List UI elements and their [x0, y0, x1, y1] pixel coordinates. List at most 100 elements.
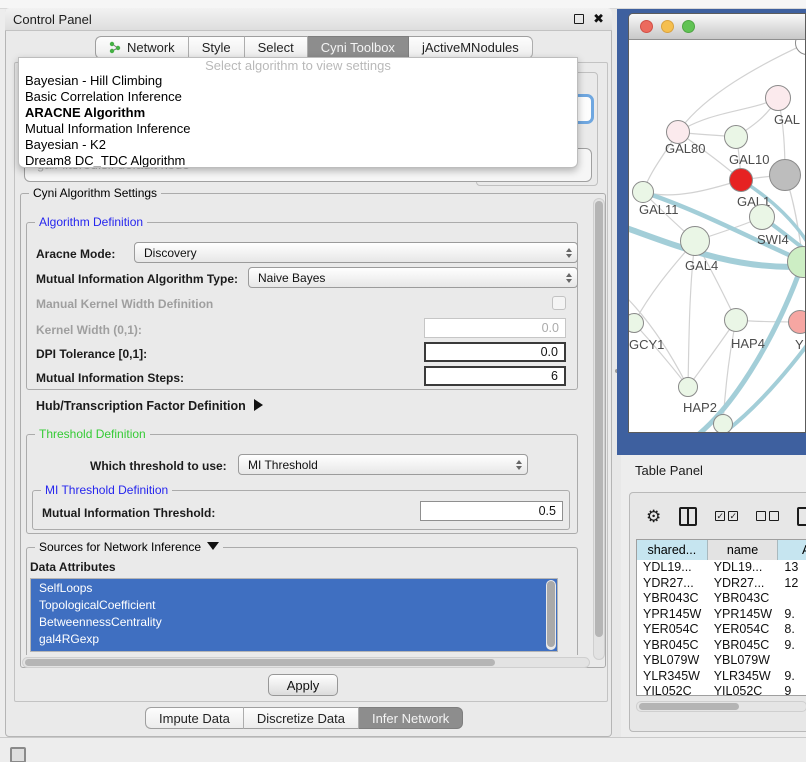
settings-horizontal-scrollbar[interactable]: [22, 657, 590, 668]
table-row[interactable]: YDL19...YDL19...13: [637, 560, 806, 576]
table-header-row: shared... name A: [637, 540, 806, 560]
mi-threshold-legend: MI Threshold Definition: [41, 483, 172, 497]
table-row[interactable]: YIL052CYIL052C9: [637, 684, 806, 696]
network-node-gal11[interactable]: [632, 181, 654, 203]
network-node-hap4[interactable]: [724, 308, 748, 332]
manual-kernel-checkbox[interactable]: [552, 296, 566, 310]
network-node-gal4[interactable]: [680, 226, 710, 256]
table-row[interactable]: YPR145WYPR145W9.: [637, 607, 806, 623]
close-traffic-light[interactable]: [640, 20, 653, 33]
table-cell: YDR27...: [708, 576, 779, 592]
mi-threshold-input[interactable]: 0.5: [420, 501, 563, 521]
algorithm-option[interactable]: Bayesian - K2: [19, 137, 577, 153]
aracne-mode-select[interactable]: Discovery: [134, 242, 578, 263]
algorithm-option[interactable]: Mutual Information Inference: [19, 121, 577, 137]
table-row[interactable]: YBL079WYBL079W: [637, 653, 806, 669]
algorithm-option[interactable]: Dream8 DC_TDC Algorithm: [19, 153, 577, 168]
network-canvas[interactable]: GALGAL80GAL10GAL1GAL11SWI4GAL4GCY1HAP4YH…: [629, 40, 805, 432]
data-attributes-list[interactable]: SelfLoopsTopologicalCoefficientBetweenne…: [30, 578, 558, 652]
dpi-tolerance-label: DPI Tolerance [0,1]:: [36, 347, 147, 361]
algorithm-definition-legend: Algorithm Definition: [35, 215, 147, 229]
table-row[interactable]: YER054CYER054C8.: [637, 622, 806, 638]
table-cell: YIL052C: [637, 684, 708, 696]
deselect-columns-icon[interactable]: [756, 511, 779, 521]
table-cell: YDL19...: [637, 560, 708, 576]
table-cell: 13: [778, 560, 806, 576]
tab-impute-data[interactable]: Impute Data: [145, 707, 244, 729]
tab-discretize-data[interactable]: Discretize Data: [244, 707, 359, 729]
network-node[interactable]: [769, 159, 801, 191]
table-panel-titlebar: Table Panel: [617, 455, 806, 485]
table-cell: YBR045C: [637, 638, 708, 654]
table-row[interactable]: YLR345WYLR345W9.: [637, 669, 806, 685]
which-threshold-select[interactable]: MI Threshold: [238, 454, 528, 475]
close-icon[interactable]: ✖: [593, 14, 604, 24]
table-row[interactable]: YBR045CYBR045C9.: [637, 638, 806, 654]
table-cell: YBR043C: [708, 591, 779, 607]
table-cell: YER054C: [637, 622, 708, 638]
network-node-gal1[interactable]: [729, 168, 753, 192]
algorithm-option[interactable]: Bayesian - Hill Climbing: [19, 73, 577, 89]
table-cell: YBL079W: [637, 653, 708, 669]
node-label: SWI4: [757, 232, 789, 247]
zoom-traffic-light[interactable]: [682, 20, 695, 33]
tab-jactivemnodules[interactable]: jActiveMNodules: [409, 36, 533, 59]
apply-button[interactable]: Apply: [268, 674, 338, 696]
attribute-list-item[interactable]: gal4RGexp: [31, 630, 557, 647]
sources-legend[interactable]: Sources for Network Inference: [35, 540, 223, 554]
tab-style[interactable]: Style: [189, 36, 245, 59]
node-label: GCY1: [629, 337, 664, 352]
network-node-swi4[interactable]: [749, 204, 775, 230]
select-all-columns-icon[interactable]: ✓✓: [715, 511, 738, 521]
dpi-tolerance-input[interactable]: 0.0: [424, 342, 566, 362]
attribute-list-item[interactable]: BetweennessCentrality: [31, 613, 557, 630]
attributes-list-scrollbar[interactable]: [546, 580, 556, 650]
column-layout-icon[interactable]: [679, 507, 697, 526]
column-header-name[interactable]: name: [708, 540, 779, 560]
float-window-icon[interactable]: [574, 14, 584, 24]
column-header-partial[interactable]: A: [778, 540, 806, 560]
tab-select[interactable]: Select: [245, 36, 308, 59]
network-node[interactable]: [713, 414, 733, 432]
table-cell: YDL19...: [708, 560, 779, 576]
table-row[interactable]: YBR043CYBR043C: [637, 591, 806, 607]
threshold-definition-legend: Threshold Definition: [35, 427, 150, 441]
settings-gear-icon[interactable]: ⚙: [646, 508, 661, 525]
network-node-y[interactable]: [788, 310, 805, 334]
settings-vertical-scrollbar[interactable]: [593, 198, 605, 660]
column-header-shared-name[interactable]: shared...: [637, 540, 708, 560]
export-table-icon[interactable]: [797, 507, 806, 526]
network-node-gal[interactable]: [765, 85, 791, 111]
collapse-down-icon[interactable]: [207, 542, 219, 550]
mi-algorithm-type-select[interactable]: Naive Bayes: [248, 267, 578, 288]
tab-network[interactable]: Network: [95, 36, 189, 59]
node-label: HAP4: [731, 336, 765, 351]
attribute-list-item[interactable]: TopologicalCoefficient: [31, 596, 557, 613]
network-node-hap2[interactable]: [678, 377, 698, 397]
table-cell: 12: [778, 576, 806, 592]
kernel-width-label: Kernel Width (0,1):: [36, 323, 142, 337]
tab-infer-network[interactable]: Infer Network: [359, 707, 463, 729]
tab-cyni-toolbox[interactable]: Cyni Toolbox: [308, 36, 409, 59]
algorithm-dropdown-popup: Select algorithm to view settings Bayesi…: [18, 57, 578, 168]
table-row[interactable]: YDR27...YDR27...12: [637, 576, 806, 592]
algorithm-option[interactable]: ARACNE Algorithm: [19, 105, 577, 121]
data-attributes-label: Data Attributes: [30, 560, 116, 574]
hub-definition-toggle[interactable]: Hub/Transcription Factor Definition: [36, 399, 263, 413]
tab-network-label: Network: [127, 40, 175, 55]
table-cell: YIL052C: [708, 684, 779, 696]
dock-panel-button[interactable]: [10, 747, 26, 762]
expand-right-icon[interactable]: [254, 399, 263, 411]
network-node-gal10[interactable]: [724, 125, 748, 149]
table-cell: YBR045C: [708, 638, 779, 654]
attribute-list-item-partial[interactable]: [31, 647, 557, 652]
table-panel: ⚙ ✓✓ shared... name A YDL19...YDL19...13…: [629, 492, 806, 732]
algorithm-option[interactable]: Basic Correlation Inference: [19, 89, 577, 105]
minimize-traffic-light[interactable]: [661, 20, 674, 33]
mi-steps-input[interactable]: 6: [424, 366, 566, 386]
kernel-width-input[interactable]: 0.0: [424, 318, 566, 338]
attribute-list-item[interactable]: SelfLoops: [31, 579, 557, 596]
table-horizontal-scrollbar[interactable]: [636, 701, 806, 712]
node-label: GAL11: [639, 202, 679, 217]
network-window-titlebar[interactable]: [629, 14, 805, 40]
